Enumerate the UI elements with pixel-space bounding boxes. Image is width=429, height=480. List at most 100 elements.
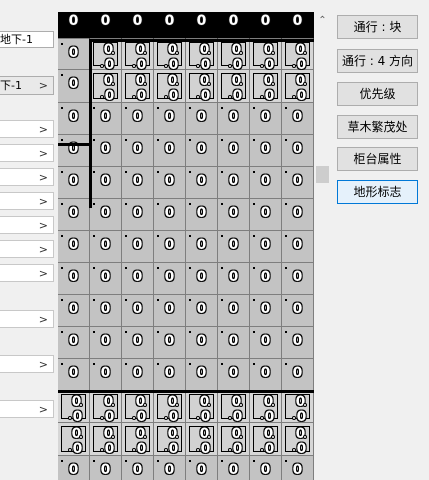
map-tile[interactable]: 0 <box>186 167 218 199</box>
map-tile[interactable]: 0 <box>282 167 314 199</box>
map-tile[interactable]: 0 <box>250 103 282 135</box>
map-tile[interactable]: 0 <box>154 199 186 231</box>
map-tile[interactable]: 0 <box>90 327 122 359</box>
map-tile[interactable]: 0 <box>218 456 250 480</box>
floor-name-field[interactable]: 地下-1 <box>0 31 54 48</box>
map-tile[interactable]: 0 <box>90 167 122 199</box>
tile-map[interactable]: 0000000000000000000000000000000000000000… <box>58 12 314 480</box>
map-tile[interactable]: 0 <box>250 12 282 39</box>
left-list-row[interactable]: > <box>0 400 54 418</box>
map-tile[interactable]: 0 <box>122 103 154 135</box>
map-tile[interactable]: 0 <box>282 456 314 480</box>
map-tile[interactable]: 0 <box>218 167 250 199</box>
map-tile[interactable]: 0 <box>250 135 282 167</box>
map-tile[interactable]: 0 <box>186 135 218 167</box>
map-tile[interactable]: 0 <box>282 135 314 167</box>
map-tile[interactable]: 0 <box>58 295 90 327</box>
map-tile[interactable]: 0 <box>122 167 154 199</box>
map-tile[interactable]: 0 <box>90 263 122 295</box>
map-tile[interactable]: 0 <box>58 167 90 199</box>
map-tile[interactable]: 0 <box>122 359 154 391</box>
map-tile[interactable]: 0 <box>58 70 90 103</box>
map-tile[interactable]: 00 <box>90 70 122 104</box>
left-list-row[interactable]: > <box>0 120 54 138</box>
map-tile[interactable]: 0 <box>186 359 218 391</box>
map-tile[interactable]: 00 <box>154 70 186 104</box>
map-tile[interactable]: 0 <box>90 135 122 167</box>
map-tile[interactable]: 0 <box>154 327 186 359</box>
map-tile[interactable]: 0 <box>58 12 90 39</box>
map-tile[interactable]: 0 <box>90 231 122 263</box>
map-tile[interactable]: 0 <box>58 39 90 70</box>
bush-button[interactable]: 草木繁茂处 <box>337 115 418 139</box>
map-tile[interactable]: 00 <box>218 423 250 457</box>
map-tile[interactable]: 0 <box>282 327 314 359</box>
map-tile[interactable]: 00 <box>90 391 122 425</box>
map-tile[interactable]: 00 <box>90 39 122 73</box>
left-list-row[interactable]: > <box>0 264 54 282</box>
map-tile[interactable]: 0 <box>250 359 282 391</box>
map-tile[interactable]: 00 <box>186 39 218 73</box>
map-tile[interactable]: 0 <box>186 199 218 231</box>
map-tile[interactable]: 0 <box>250 327 282 359</box>
map-tile[interactable]: 00 <box>122 70 154 104</box>
map-tile[interactable]: 0 <box>90 456 122 480</box>
map-tile[interactable]: 0 <box>154 231 186 263</box>
map-tile[interactable]: 0 <box>122 135 154 167</box>
map-tile[interactable]: 0 <box>250 263 282 295</box>
map-tile[interactable]: 0 <box>122 263 154 295</box>
map-tile[interactable]: 00 <box>250 70 282 104</box>
map-tile[interactable]: 0 <box>218 231 250 263</box>
map-tile[interactable]: 0 <box>186 12 218 39</box>
counter-button[interactable]: 柜台属性 <box>337 147 418 171</box>
map-tile[interactable]: 0 <box>186 231 218 263</box>
map-tile[interactable]: 0 <box>218 263 250 295</box>
left-list-row[interactable]: > <box>0 240 54 258</box>
map-tile[interactable]: 00 <box>122 39 154 73</box>
map-tile[interactable]: 00 <box>250 423 282 457</box>
map-tile[interactable]: 0 <box>58 231 90 263</box>
map-tile[interactable]: 00 <box>154 423 186 457</box>
map-tile[interactable]: 0 <box>58 327 90 359</box>
map-tile[interactable]: 0 <box>218 359 250 391</box>
map-tile[interactable]: 00 <box>58 423 90 457</box>
map-tile[interactable]: 0 <box>122 12 154 39</box>
left-list-row[interactable]: > <box>0 310 54 328</box>
map-tile[interactable]: 0 <box>218 295 250 327</box>
map-tile[interactable]: 0 <box>186 456 218 480</box>
map-tile[interactable]: 0 <box>58 135 90 167</box>
map-tile[interactable]: 0 <box>58 199 90 231</box>
map-tile[interactable]: 00 <box>90 423 122 457</box>
map-tile[interactable]: 0 <box>90 199 122 231</box>
left-list-row[interactable]: > <box>0 144 54 162</box>
map-tile[interactable]: 0 <box>122 199 154 231</box>
map-tile[interactable]: 00 <box>122 391 154 425</box>
map-tile[interactable]: 00 <box>154 391 186 425</box>
map-tile[interactable]: 0 <box>154 359 186 391</box>
map-tile[interactable]: 00 <box>58 391 90 425</box>
map-tile[interactable]: 0 <box>154 263 186 295</box>
map-tile[interactable]: 0 <box>186 295 218 327</box>
map-tile[interactable]: 0 <box>154 456 186 480</box>
map-tile[interactable]: 00 <box>218 391 250 425</box>
map-tile[interactable]: 0 <box>282 295 314 327</box>
map-tile[interactable]: 0 <box>90 359 122 391</box>
map-tile[interactable]: 0 <box>58 359 90 391</box>
map-tile[interactable]: 00 <box>282 70 314 104</box>
map-tile[interactable]: 0 <box>250 199 282 231</box>
map-tile[interactable]: 0 <box>122 295 154 327</box>
map-tile[interactable]: 0 <box>218 199 250 231</box>
map-tile[interactable]: 0 <box>218 103 250 135</box>
map-tile[interactable]: 0 <box>250 231 282 263</box>
map-tile[interactable]: 0 <box>58 456 90 480</box>
map-tile[interactable]: 0 <box>154 135 186 167</box>
map-tile[interactable]: 0 <box>58 263 90 295</box>
map-tile[interactable]: 0 <box>250 167 282 199</box>
map-tile[interactable]: 0 <box>250 295 282 327</box>
map-tile[interactable]: 0 <box>154 103 186 135</box>
map-tile[interactable]: 0 <box>90 295 122 327</box>
map-tile[interactable]: 0 <box>154 167 186 199</box>
map-tile[interactable]: 0 <box>282 103 314 135</box>
map-tile[interactable]: 00 <box>282 391 314 425</box>
map-tile[interactable]: 00 <box>186 423 218 457</box>
